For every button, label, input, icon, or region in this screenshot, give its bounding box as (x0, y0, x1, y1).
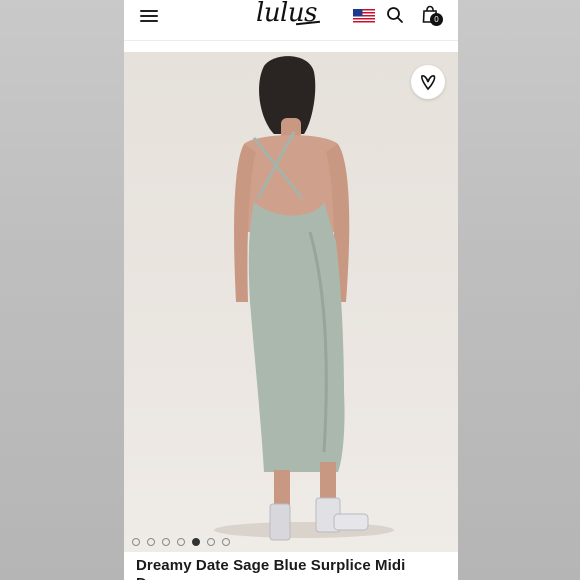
favorite-button[interactable] (411, 65, 445, 99)
backdrop-left (0, 0, 124, 580)
product-image-gallery[interactable] (124, 52, 458, 552)
cart-count-badge: 0 (430, 13, 443, 26)
product-title: Dreamy Date Sage Blue Surplice Midi (136, 557, 406, 574)
mobile-page: lulus 0 Dreamy Date Sage Blue Surplice M… (124, 0, 458, 580)
product-photo (214, 56, 394, 541)
backdrop-right (458, 0, 580, 580)
gallery-pagination (132, 538, 230, 546)
gallery-dot[interactable] (147, 538, 155, 546)
menu-icon[interactable] (140, 8, 158, 24)
site-header: lulus 0 (124, 0, 458, 41)
product-title-continued: D (136, 575, 147, 580)
us-flag-icon[interactable] (353, 9, 375, 24)
search-icon[interactable] (386, 6, 404, 24)
gallery-dot-active[interactable] (192, 538, 200, 546)
gallery-dot[interactable] (132, 538, 140, 546)
gallery-dot[interactable] (207, 538, 215, 546)
favorite-heart-icon (421, 75, 436, 91)
gallery-dot[interactable] (162, 538, 170, 546)
gallery-dot[interactable] (177, 538, 185, 546)
gallery-dot[interactable] (222, 538, 230, 546)
